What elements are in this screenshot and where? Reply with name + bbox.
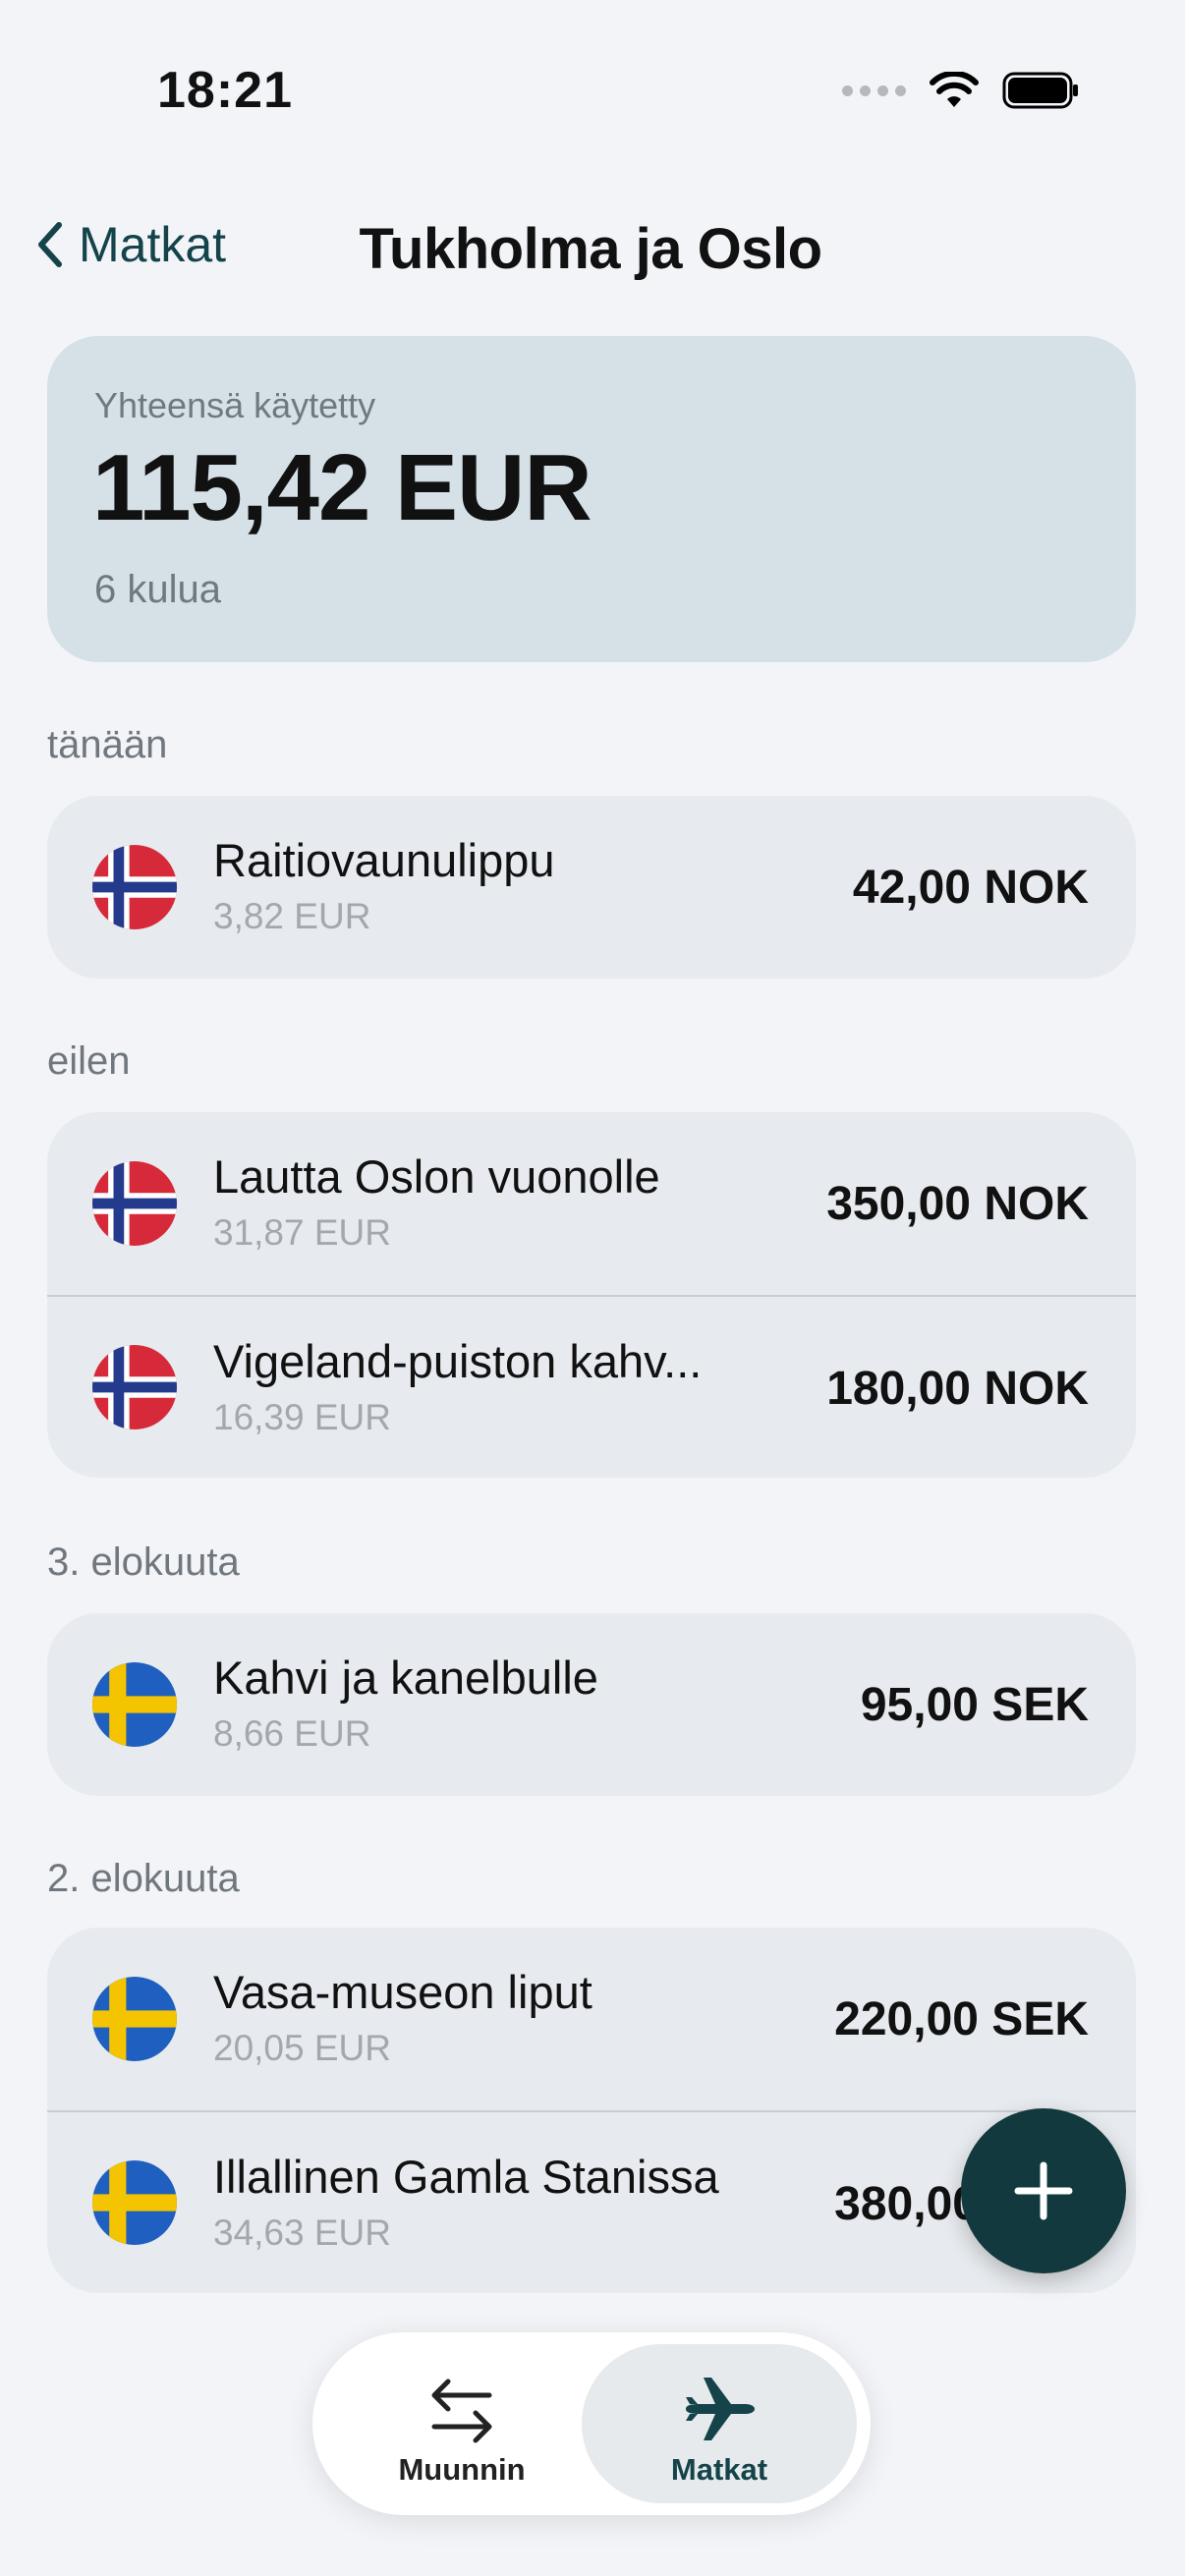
tab-bar: Muunnin Matkat: [312, 2332, 871, 2515]
cellular-signal-icon: [842, 84, 906, 96]
expense-group-aug-2: Vasa-museon liput 20,05 EUR 220,00 SEK I…: [47, 1928, 1136, 2293]
expense-row[interactable]: Vigeland-puiston kahv... 16,39 EUR 180,0…: [47, 1295, 1136, 1478]
status-time: 18:21: [157, 62, 293, 119]
total-summary-card: Yhteensä käytetty 115,42 EUR 6 kulua: [47, 336, 1136, 662]
total-amount: 115,42 EUR: [92, 435, 592, 540]
section-label-aug-3: 3. elokuuta: [47, 1540, 240, 1584]
expense-converted: 8,66 EUR: [213, 1713, 371, 1754]
expense-amount: 350,00 NOK: [826, 1178, 1089, 1230]
expense-converted: 3,82 EUR: [213, 896, 371, 936]
norway-flag-icon: [92, 1161, 177, 1246]
expense-name: Vigeland-puiston kahv...: [213, 1335, 703, 1387]
add-expense-button[interactable]: [961, 2108, 1126, 2273]
expense-row[interactable]: Lautta Oslon vuonolle 31,87 EUR 350,00 N…: [47, 1112, 1136, 1295]
expense-row[interactable]: Kahvi ja kanelbulle 8,66 EUR 95,00 SEK: [47, 1613, 1136, 1796]
sweden-flag-icon: [92, 1662, 177, 1747]
section-label-today: tänään: [47, 723, 168, 766]
tab-trips[interactable]: Matkat: [582, 2344, 857, 2503]
expense-name: Lautta Oslon vuonolle: [213, 1150, 660, 1203]
expense-converted: 16,39 EUR: [213, 1397, 391, 1437]
tab-label: Muunnin: [398, 2452, 526, 2487]
summary-label: Yhteensä käytetty: [94, 385, 376, 425]
battery-icon: [1002, 71, 1081, 110]
navigation-bar: Matkat Tukholma ja Oslo: [0, 206, 1185, 295]
expense-count: 6 kulua: [94, 568, 221, 611]
norway-flag-icon: [92, 845, 177, 929]
expense-group-yesterday: Lautta Oslon vuonolle 31,87 EUR 350,00 N…: [47, 1112, 1136, 1478]
expense-converted: 34,63 EUR: [213, 2212, 391, 2253]
plus-icon: [1014, 2161, 1073, 2220]
expense-amount: 95,00 SEK: [860, 1679, 1089, 1731]
section-label-aug-2: 2. elokuuta: [47, 1857, 240, 1900]
swap-arrows-icon: [431, 2379, 492, 2443]
expense-converted: 31,87 EUR: [213, 1212, 391, 1253]
tab-label: Matkat: [670, 2452, 768, 2487]
expense-row[interactable]: Raitiovaunulippu 3,82 EUR 42,00 NOK: [47, 796, 1136, 979]
expense-amount: 42,00 NOK: [852, 862, 1089, 914]
section-label-yesterday: eilen: [47, 1039, 131, 1083]
expense-amount: 180,00 NOK: [826, 1363, 1089, 1415]
expense-name: Vasa-museon liput: [213, 1966, 592, 2018]
tab-converter[interactable]: Muunnin: [326, 2344, 597, 2503]
expense-group-today: Raitiovaunulippu 3,82 EUR 42,00 NOK: [47, 796, 1136, 979]
expense-name: Kahvi ja kanelbulle: [213, 1652, 598, 1704]
norway-flag-icon: [92, 1345, 177, 1429]
wifi-icon: [930, 72, 979, 109]
expense-row[interactable]: Vasa-museon liput 20,05 EUR 220,00 SEK: [47, 1928, 1136, 2110]
sweden-flag-icon: [92, 1977, 177, 2061]
sweden-flag-icon: [92, 2160, 177, 2245]
page-title: Tukholma ja Oslo: [359, 217, 822, 281]
airplane-icon: [686, 2378, 755, 2440]
expense-name: Illallinen Gamla Stanissa: [213, 2151, 719, 2203]
status-bar: 18:21: [0, 0, 1185, 187]
status-icons: [842, 71, 1081, 110]
expense-group-aug-3: Kahvi ja kanelbulle 8,66 EUR 95,00 SEK: [47, 1613, 1136, 1796]
expense-converted: 20,05 EUR: [213, 2028, 391, 2068]
expense-amount: 220,00 SEK: [834, 1993, 1089, 2045]
expense-name: Raitiovaunulippu: [213, 834, 555, 886]
